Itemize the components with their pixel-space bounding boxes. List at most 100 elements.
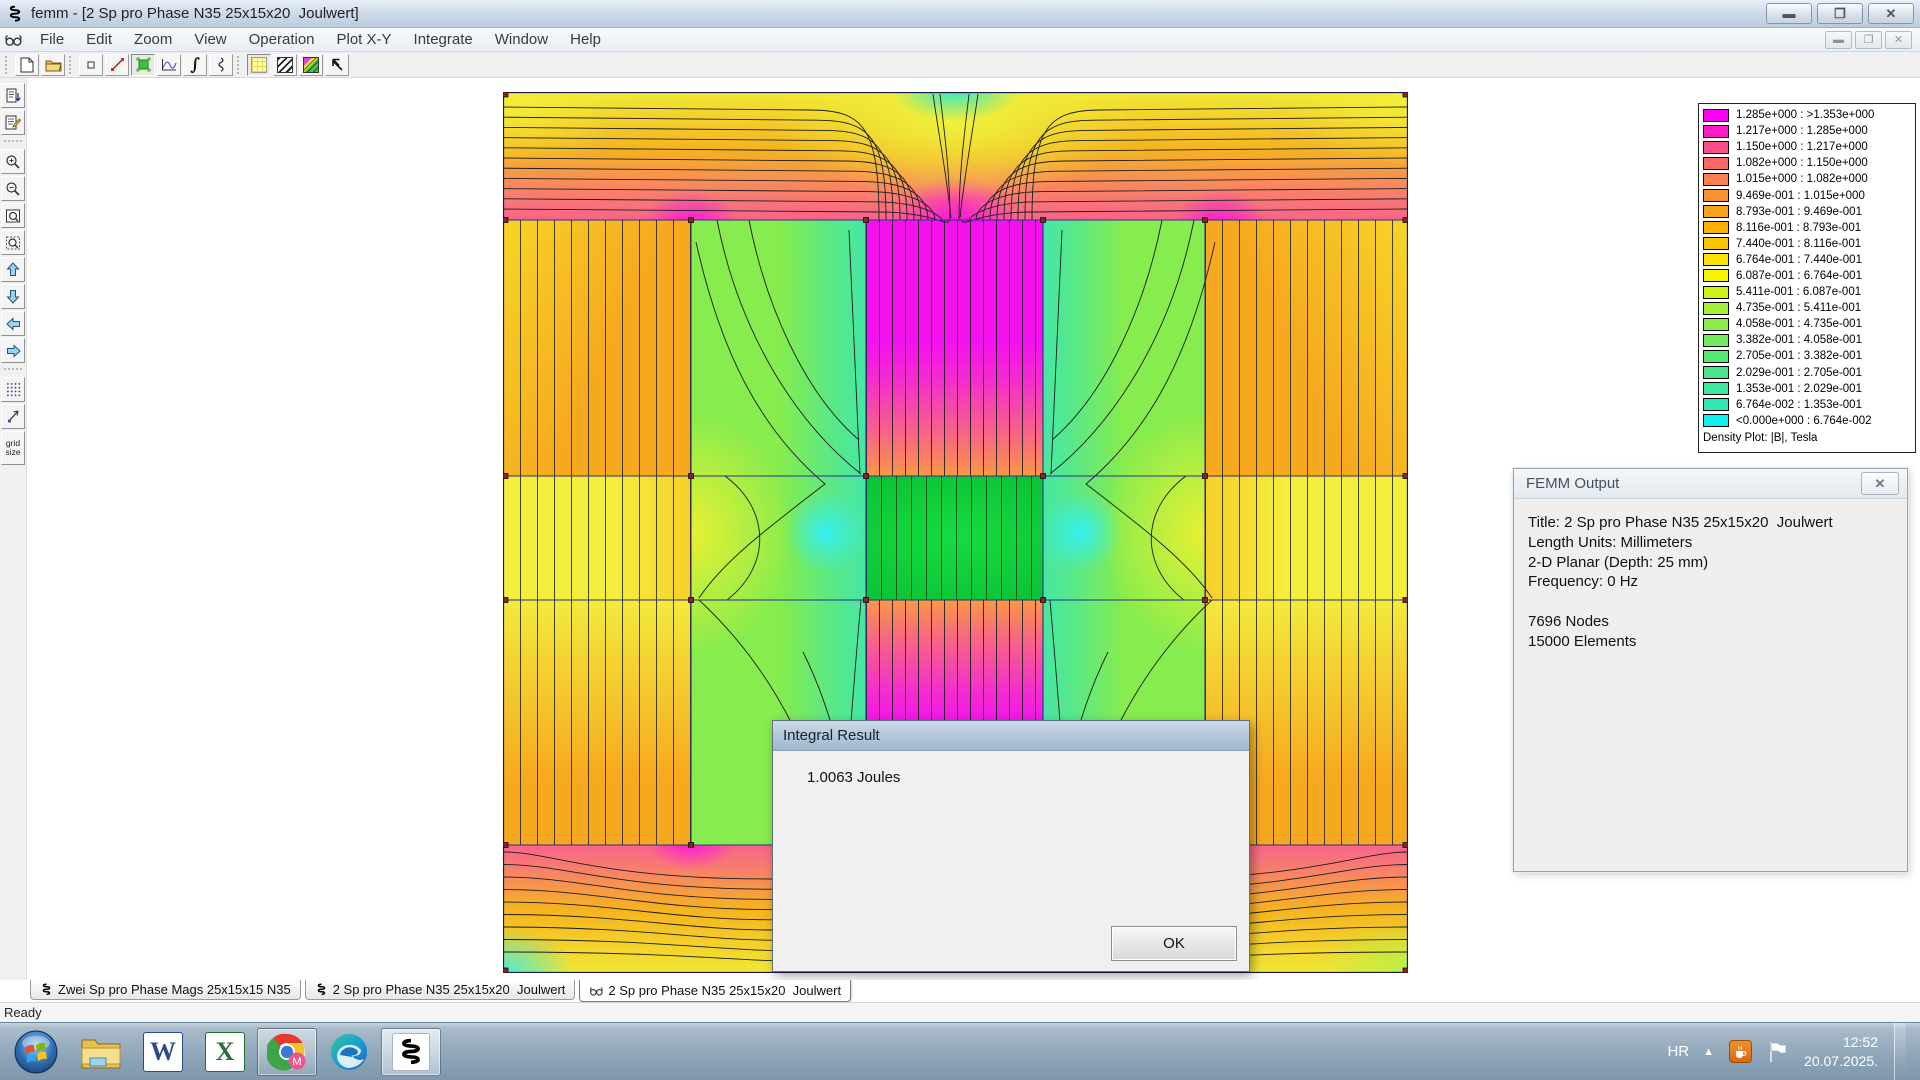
- legend-row: 1.015e+000 : 1.082e+000: [1703, 171, 1915, 187]
- mdi-client-area: 1.285e+000 : >1.353e+0001.217e+000 : 1.2…: [27, 78, 1920, 980]
- menu-operation[interactable]: Operation: [238, 29, 326, 50]
- pan-down-icon[interactable]: [1, 284, 25, 309]
- tab-document-2[interactable]: 2 Sp pro Phase N35 25x15x20 Joulwert: [305, 980, 576, 1000]
- zoom-out-icon[interactable]: [1, 176, 25, 201]
- legend-range-label: 8.116e-001 : 8.793e-001: [1736, 222, 1861, 234]
- restore-button[interactable]: ❐: [1817, 3, 1863, 24]
- show-desktop-button[interactable]: [1894, 1023, 1906, 1080]
- legend-range-label: 2.029e-001 : 2.705e-001: [1736, 367, 1862, 379]
- menu-view[interactable]: View: [183, 29, 237, 50]
- hatch-color-toggle-icon[interactable]: [299, 54, 323, 76]
- svg-text:M: M: [292, 1056, 301, 1068]
- close-button[interactable]: ✕: [1868, 3, 1914, 24]
- new-file-icon[interactable]: [15, 54, 39, 76]
- legend-swatch: [1703, 173, 1729, 186]
- taskbar-femm-icon[interactable]: [381, 1028, 441, 1076]
- menu-integrate[interactable]: Integrate: [403, 29, 484, 50]
- taskbar: W X M: [0, 1022, 1920, 1080]
- menu-help[interactable]: Help: [559, 29, 612, 50]
- zoom-window-icon[interactable]: [1, 230, 25, 255]
- ok-button[interactable]: OK: [1111, 926, 1237, 961]
- block-tool-icon[interactable]: [131, 54, 155, 76]
- legend-range-label: <0.000e+000 : 6.764e-002: [1736, 415, 1872, 427]
- taskbar-explorer-icon[interactable]: [71, 1028, 131, 1076]
- pan-right-icon[interactable]: [1, 338, 25, 363]
- minimize-button[interactable]: ▬: [1766, 3, 1812, 24]
- legend-swatch: [1703, 157, 1729, 170]
- mdi-minimize-button[interactable]: ▬: [1825, 31, 1852, 49]
- snap-grid-icon[interactable]: [1, 404, 25, 429]
- legend-swatch: [1703, 398, 1729, 411]
- menu-zoom[interactable]: Zoom: [123, 29, 183, 50]
- side-toolbar: gridsize: [0, 78, 27, 980]
- taskbar-chrome-icon[interactable]: M: [257, 1028, 317, 1076]
- menu-plot-xy[interactable]: Plot X-Y: [326, 29, 403, 50]
- legend-row: 1.082e+000 : 1.150e+000: [1703, 155, 1915, 171]
- zoom-page-icon[interactable]: [1, 203, 25, 228]
- mdi-close-button[interactable]: ✕: [1885, 31, 1912, 49]
- title-bar: femm - [2 Sp pro Phase N35 25x15x20 Joul…: [0, 0, 1920, 28]
- toolbar-grip: [237, 56, 243, 74]
- grid-size-label: gridsize: [5, 439, 20, 457]
- magnetics-doc-icon: [315, 983, 328, 996]
- legend-swatch: [1703, 350, 1729, 363]
- results-doc-icon[interactable]: [1, 83, 25, 108]
- open-file-icon[interactable]: [41, 54, 65, 76]
- grid-size-button[interactable]: gridsize: [1, 431, 25, 465]
- windows-orb-icon: [13, 1029, 59, 1075]
- integral-result-value: 1.0063 Joules: [807, 769, 900, 786]
- zoom-in-icon[interactable]: [1, 149, 25, 174]
- taskbar-clock[interactable]: 12:52 20.07.2025.: [1804, 1033, 1878, 1071]
- legend-swatch: [1703, 205, 1729, 218]
- femm-output-titlebar[interactable]: FEMM Output ✕: [1514, 469, 1907, 499]
- tab-document-3-active[interactable]: 2 Sp pro Phase N35 25x15x20 Joulwert: [579, 980, 851, 1002]
- legend-range-label: 7.440e-001 : 8.116e-001: [1736, 238, 1861, 250]
- menu-edit[interactable]: Edit: [75, 29, 123, 50]
- xy-plot-icon[interactable]: [157, 54, 181, 76]
- dialog-titlebar[interactable]: Integral Result: [773, 721, 1249, 751]
- language-indicator[interactable]: HR: [1667, 1043, 1689, 1060]
- point-tool-icon[interactable]: [79, 54, 103, 76]
- taskbar-word-icon[interactable]: W: [133, 1028, 193, 1076]
- contour-tool-icon[interactable]: [209, 54, 233, 76]
- hatch-bw-toggle-icon[interactable]: [273, 54, 297, 76]
- density-legend: 1.285e+000 : >1.353e+0001.217e+000 : 1.2…: [1698, 103, 1916, 453]
- legend-range-label: 9.469e-001 : 1.015e+000: [1736, 190, 1865, 202]
- pan-left-icon[interactable]: [1, 311, 25, 336]
- tab-document-1[interactable]: Zwei Sp pro Phase Mags 25x15x15 N35: [30, 980, 301, 1000]
- menu-window[interactable]: Window: [484, 29, 559, 50]
- toolbar-grip: [5, 56, 11, 74]
- femm-output-line: 15000 Elements: [1528, 632, 1893, 652]
- mdi-restore-button[interactable]: ❐: [1855, 31, 1882, 49]
- femm-coil-icon: [6, 5, 24, 23]
- edit-doc-icon[interactable]: [1, 110, 25, 135]
- document-tab-bar: Zwei Sp pro Phase Mags 25x15x15 N35 2 Sp…: [0, 980, 1920, 1002]
- java-tray-icon[interactable]: [1728, 1040, 1752, 1064]
- pointer-tool-icon[interactable]: [325, 54, 349, 76]
- clock-date: 20.07.2025.: [1804, 1052, 1878, 1071]
- grid-toggle-icon[interactable]: [1, 377, 25, 402]
- legend-row: 4.735e-001 : 5.411e-001: [1703, 300, 1915, 316]
- density-plot-toggle-icon[interactable]: [247, 54, 271, 76]
- start-button[interactable]: [10, 1026, 62, 1078]
- legend-range-label: 8.793e-001 : 9.469e-001: [1736, 206, 1862, 218]
- tray-expand-icon[interactable]: ▲: [1703, 1046, 1714, 1058]
- taskbar-edge-icon[interactable]: [319, 1028, 379, 1076]
- taskbar-excel-icon[interactable]: X: [195, 1028, 255, 1076]
- legend-row: 1.285e+000 : >1.353e+000: [1703, 107, 1915, 123]
- magnetics-doc-icon: [40, 983, 53, 996]
- legend-row: 6.087e-001 : 6.764e-001: [1703, 268, 1915, 284]
- menu-file[interactable]: File: [29, 29, 75, 50]
- legend-swatch: [1703, 366, 1729, 379]
- legend-range-label: 1.082e+000 : 1.150e+000: [1736, 157, 1868, 169]
- side-toolbar-grip: [4, 368, 22, 374]
- postprocessor-doc-icon: [589, 984, 603, 998]
- femm-coil-icon: [397, 1037, 425, 1067]
- legend-range-label: 3.382e-001 : 4.058e-001: [1736, 334, 1862, 346]
- legend-range-label: 1.353e-001 : 2.029e-001: [1736, 383, 1862, 395]
- action-center-flag-icon[interactable]: [1766, 1040, 1790, 1064]
- line-tool-icon[interactable]: [105, 54, 129, 76]
- femm-output-close-icon[interactable]: ✕: [1861, 472, 1899, 495]
- pan-up-icon[interactable]: [1, 257, 25, 282]
- line-integral-icon[interactable]: ∫: [183, 54, 207, 76]
